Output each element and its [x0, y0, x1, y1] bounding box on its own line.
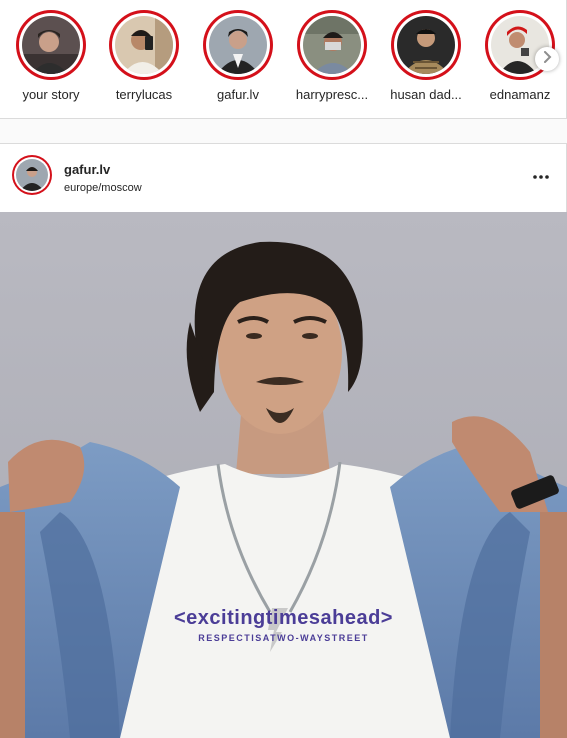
post-photo-illustration — [0, 241, 567, 738]
post-location[interactable]: europe/moscow — [64, 182, 142, 194]
post-header: gafur.lv europe/moscow — [0, 144, 567, 212]
post-options-button[interactable] — [528, 170, 554, 184]
story-ring — [297, 10, 367, 80]
shirt-print-sub: RESPECTISATWO-WAYSTREET — [198, 633, 369, 643]
story-label: terrylucas — [115, 87, 173, 102]
story-label: your story — [22, 87, 80, 102]
story-your-story[interactable]: your story — [5, 10, 97, 102]
avatar — [397, 16, 455, 74]
stories-next-button[interactable] — [535, 47, 559, 71]
avatar — [115, 16, 173, 74]
story-gafur-lv[interactable]: gafur.lv — [192, 10, 284, 102]
story-ring — [203, 10, 273, 80]
avatar — [22, 16, 80, 74]
story-ring — [391, 10, 461, 80]
post-username[interactable]: gafur.lv — [64, 162, 110, 177]
story-label: ednamanz — [489, 87, 551, 102]
story-harrypresc[interactable]: harrypresc... — [286, 10, 378, 102]
post-image[interactable]: <excitingtimesahead> RESPECTISATWO-WAYST… — [0, 212, 567, 738]
story-label: husan dad... — [390, 87, 462, 102]
story-husan-dad[interactable]: husan dad... — [380, 10, 472, 102]
story-label: gafur.lv — [217, 87, 259, 102]
avatar — [303, 16, 361, 74]
avatar — [209, 16, 267, 74]
story-ring — [16, 10, 86, 80]
chevron-right-icon — [542, 50, 552, 68]
more-horizontal-icon — [528, 171, 554, 188]
shirt-print-main: <excitingtimesahead> — [174, 607, 393, 629]
story-label: harrypresc... — [295, 87, 369, 102]
stories-tray: your story terrylucas gafur.lv harrypres… — [0, 0, 567, 119]
avatar — [16, 159, 48, 191]
story-terrylucas[interactable]: terrylucas — [98, 10, 190, 102]
story-ring — [109, 10, 179, 80]
feed-post: gafur.lv europe/moscow <excitingtimesahe… — [0, 143, 567, 738]
post-avatar-ring[interactable] — [12, 155, 52, 195]
